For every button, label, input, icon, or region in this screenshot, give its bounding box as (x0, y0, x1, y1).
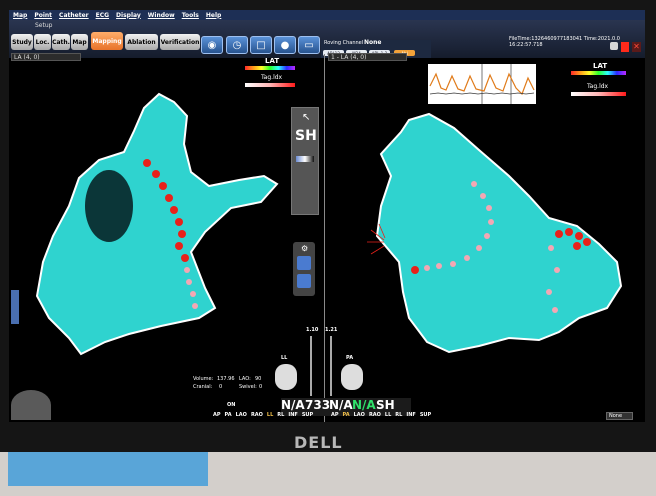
right-na-value: N/A (329, 398, 353, 412)
tab-mapping[interactable]: Mapping (91, 32, 123, 50)
battery-icon (621, 42, 629, 52)
tab-map[interactable]: Map (71, 34, 88, 50)
left-pulmonary-ostium (85, 170, 133, 242)
view-sup-button[interactable]: SUP (302, 412, 313, 418)
tab-verification[interactable]: Verification (160, 34, 200, 50)
map-canvas[interactable] (9, 56, 645, 422)
left-na-value: N/A (281, 398, 305, 412)
view-ap-button[interactable]: AP (213, 412, 221, 418)
left-on-label[interactable]: ON (227, 402, 235, 408)
sh-value: SH (376, 398, 395, 412)
left-num-value: 733 (305, 398, 331, 412)
right-view-buttons: AP PA LAO RAO LL RL INF SUP (331, 412, 431, 418)
left-slider-value: 1.10 (306, 327, 319, 333)
tab-ablation[interactable]: Ablation (125, 34, 158, 50)
left-view-buttons: AP PA LAO RAO LL RL INF SUP (213, 412, 313, 418)
monitor-logo: DELL (294, 433, 343, 452)
right-atrium-map[interactable] (375, 112, 623, 354)
menu-ecg[interactable]: ECG (96, 12, 109, 19)
right-torso-icon[interactable] (341, 364, 363, 390)
left-orient-label: LL (281, 355, 288, 361)
right-zoom-slider[interactable] (330, 336, 332, 396)
carto-screen: Map Point Catheter ECG Display Window To… (9, 10, 645, 422)
menu-map[interactable]: Map (13, 12, 27, 19)
tab-study[interactable]: Study (11, 34, 33, 50)
setup-label: Setup (35, 22, 53, 29)
left-atrium-map[interactable] (35, 92, 279, 356)
gear-icon[interactable] (610, 42, 618, 50)
menu-help[interactable]: Help (206, 12, 221, 19)
left-torso-icon[interactable] (275, 364, 297, 390)
menu-point[interactable]: Point (34, 12, 52, 19)
roving-channel-title: Roving Channel (324, 40, 364, 46)
roving-channel-value[interactable]: None (364, 39, 381, 46)
right-none-select[interactable]: None (606, 412, 633, 420)
clock-icon[interactable]: ◷ (226, 36, 248, 54)
left-edge-panel[interactable] (11, 290, 19, 324)
swivel-label: Swivel: (239, 384, 257, 390)
right-na-value-2: N/A (352, 398, 376, 412)
r-view-ap-button[interactable]: AP (331, 412, 339, 418)
menu-tools[interactable]: Tools (182, 12, 199, 19)
cranial-value: 0 (219, 384, 223, 390)
monitor-icon[interactable]: ▭ (298, 36, 320, 54)
lao-value: 90 (255, 376, 262, 382)
view-rl-button[interactable]: RL (277, 412, 284, 418)
right-none-value: None (609, 413, 623, 419)
volume-label: Volume: (193, 376, 214, 382)
left-zoom-slider[interactable] (310, 336, 312, 396)
r-view-sup-button[interactable]: SUP (420, 412, 431, 418)
cranial-label: Cranial: (193, 384, 213, 390)
r-view-rl-button[interactable]: RL (395, 412, 402, 418)
view-rao-button[interactable]: RAO (251, 412, 263, 418)
view-lao-button[interactable]: LAO (236, 412, 247, 418)
menu-window[interactable]: Window (148, 12, 175, 19)
menu-catheter[interactable]: Catheter (59, 12, 89, 19)
camera-icon[interactable]: ◉ (201, 36, 223, 54)
r-view-inf-button[interactable]: INF (406, 412, 415, 418)
tab-cath[interactable]: Cath. (52, 34, 70, 50)
view-pa-button[interactable]: PA (225, 412, 232, 418)
r-view-ll-button[interactable]: LL (385, 412, 391, 418)
close-icon[interactable]: ✕ (632, 42, 641, 52)
navigation-dial[interactable] (11, 390, 51, 420)
toolbar: Setup Study Loc. Cath. Map Mapping Ablat… (9, 20, 645, 58)
volume-value: 137.96 (217, 376, 235, 382)
blue-drape (8, 452, 208, 486)
lao-label: LAO: (239, 376, 251, 382)
snapshot-icon[interactable]: □ (250, 36, 272, 54)
record-icon[interactable]: ● (274, 36, 296, 54)
menu-bar: Map Point Catheter ECG Display Window To… (9, 10, 645, 20)
r-view-pa-button[interactable]: PA (343, 412, 350, 418)
right-orient-label: PA (346, 355, 354, 361)
view-inf-button[interactable]: INF (288, 412, 297, 418)
view-ll-button[interactable]: LL (267, 412, 273, 418)
r-view-rao-button[interactable]: RAO (369, 412, 381, 418)
swivel-value: 0 (259, 384, 263, 390)
menu-display[interactable]: Display (116, 12, 141, 19)
tab-loc[interactable]: Loc. (34, 34, 51, 50)
right-slider-value: 1.21 (325, 327, 338, 333)
r-view-lao-button[interactable]: LAO (354, 412, 365, 418)
